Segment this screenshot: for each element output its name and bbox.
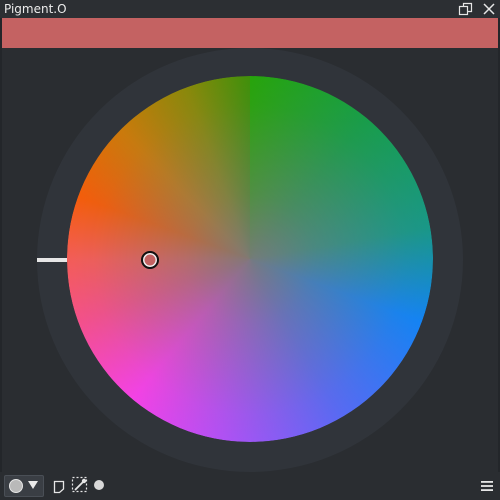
window-title: Pigment.O: [4, 2, 67, 16]
close-icon[interactable]: [481, 1, 497, 17]
circle-mode-icon: [9, 479, 23, 493]
note-icon[interactable]: [53, 479, 65, 498]
value-handle[interactable]: [37, 258, 67, 262]
title-bar: Pigment.O: [0, 0, 500, 18]
mode-selector[interactable]: [4, 475, 44, 497]
eyedropper-icon[interactable]: [71, 476, 89, 498]
current-color-swatch[interactable]: [2, 18, 498, 48]
hamburger-menu-icon[interactable]: [480, 478, 494, 497]
chevron-down-icon: [28, 481, 38, 489]
color-picker-cursor[interactable]: [141, 251, 159, 269]
float-window-icon[interactable]: [458, 1, 474, 17]
dot-icon[interactable]: [94, 480, 104, 490]
wheel-saturation-layer: [67, 76, 433, 442]
color-wheel[interactable]: [67, 76, 433, 442]
